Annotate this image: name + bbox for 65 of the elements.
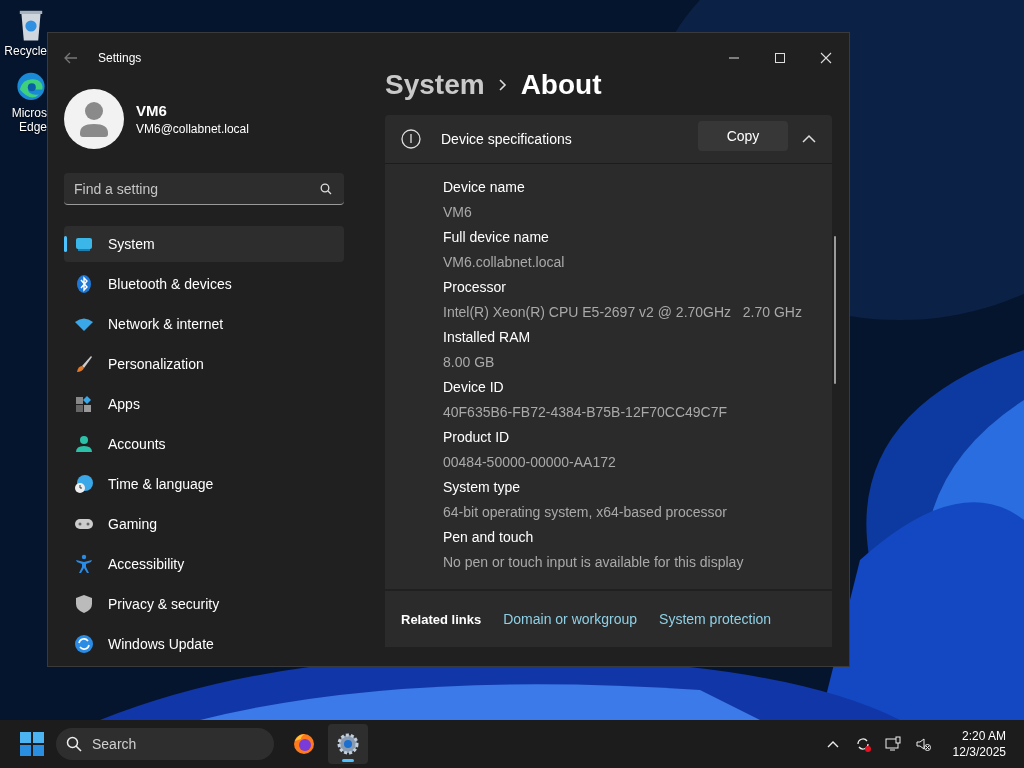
clock-date[interactable]: 12/3/2025 [952,744,1006,760]
copy-button[interactable]: Copy [698,121,788,151]
info-icon [401,129,421,149]
user-name: VM6 [136,102,168,119]
sidebar-item[interactable]: Bluetooth & devices [64,266,344,302]
sidebar-item[interactable]: Apps [64,386,344,422]
sidebar-item[interactable]: Accessibility [64,546,344,582]
find-setting-field[interactable]: Find a setting [64,173,344,205]
spec-value: 8.00 GB [443,353,496,372]
taskbar-app[interactable] [328,724,368,764]
window-title: Settings [98,51,143,65]
related-links-label: Related links [401,611,482,627]
chevron-up-icon[interactable] [802,134,816,144]
section-title: Device specifications [441,131,573,147]
link[interactable]: Domain or workgroup [503,611,638,627]
spec-value: VM6 [443,203,473,222]
sidebar-item[interactable]: Privacy & security [64,586,344,622]
person-icon [74,434,94,454]
spec-label: Device name [443,178,526,197]
spec-label: System type [443,478,522,497]
muted-speaker-icon[interactable] [914,736,931,752]
brush-icon [74,354,94,374]
sidebar-item[interactable]: Time & language [64,466,344,502]
spec-label: Installed RAM [443,328,532,347]
scrollbar-thumb[interactable] [834,236,836,384]
desktop-icon-label[interactable]: Recycle [4,44,47,58]
clock-time[interactable]: 2:20 AM [952,728,1006,744]
spec-value: No pen or touch input is available for this display [443,553,745,572]
globe-clock-icon [74,474,94,494]
spec-label: Pen and touch [443,528,535,547]
sync-icon[interactable] [854,736,871,752]
spec-value: Intel(R) Xeon(R) CPU E5-2697 v2 @ 2.70GHz 2.70 GHz [443,303,803,322]
sidebar-item[interactable]: Personalization [64,346,344,382]
search-field[interactable]: Search [56,728,274,760]
firefox-icon [292,732,316,756]
search-icon [320,183,332,195]
update-icon [74,634,94,654]
shield-icon [74,594,94,614]
sidebar-item[interactable]: Gaming [64,506,344,542]
avatar-icon[interactable] [64,89,124,149]
spec-label: Product ID [443,428,511,447]
link[interactable]: System protection [659,611,772,627]
page-title: About [520,69,602,101]
start-icon[interactable] [20,732,44,756]
sidebar-item[interactable]: Windows Update [64,626,344,662]
spec-value: 00484-50000-00000-AA172 [443,453,617,472]
accessibility-icon [74,554,94,574]
spec-label: Full device name [443,228,550,247]
sidebar-item[interactable]: Network & internet [64,306,344,342]
sidebar-item[interactable]: System [64,226,344,262]
back-arrow-icon[interactable] [64,52,78,64]
bluetooth-icon [74,274,94,294]
spec-value: 64-bit operating system, x64-based processor [443,503,729,522]
sidebar-item[interactable]: Accounts [64,426,344,462]
spec-label: Device ID [443,378,505,397]
breadcrumb-link[interactable]: System [385,69,485,101]
gear-icon [336,732,360,756]
apps-icon [74,394,94,414]
chevron-right-icon [498,79,507,91]
spec-label: Processor [443,278,508,297]
user-email: VM6@collabnet.local [136,122,249,136]
spec-value: VM6.collabnet.local [443,253,566,272]
desktop-icon-label[interactable]: Micros Edge [11,106,47,134]
monitor-icon[interactable] [884,736,901,752]
spec-value: 40F635B6-FB72-4384-B75B-12F70CC49C7F [443,403,729,422]
